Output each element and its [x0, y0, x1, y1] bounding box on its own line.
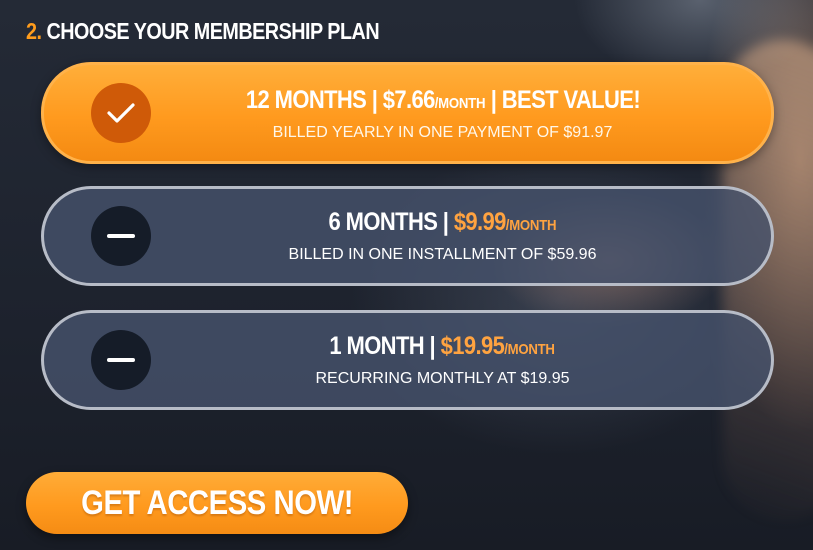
plan-duration: 1 MONTH — [329, 332, 425, 360]
step-number: 2. — [26, 18, 42, 44]
plan-price-unit: /MONTH — [434, 95, 485, 112]
plan-option-1-month[interactable]: 1 MONTH | $19.95/MONTH RECURRING MONTHLY… — [41, 310, 774, 410]
plan-headline: 12 MONTHS | $7.66/MONTH | BEST VALUE! — [245, 85, 640, 119]
plan-billing-info: BILLED IN ONE INSTALLMENT OF $59.96 — [288, 246, 597, 263]
plan-separator: | — [437, 208, 454, 236]
get-access-button-label: GET ACCESS NOW! — [81, 483, 353, 522]
plan-duration: 12 MONTHS — [245, 86, 366, 114]
plan-price: $7.66 — [382, 86, 435, 114]
plan-price: $9.99 — [453, 208, 507, 236]
plan-option-6-months[interactable]: 6 MONTHS | $9.99/MONTH BILLED IN ONE INS… — [41, 186, 774, 286]
plan-separator: | — [424, 332, 442, 360]
section-title-text: CHOOSE YOUR MEMBERSHIP PLAN — [46, 18, 380, 44]
plan-price-unit: /MONTH — [504, 341, 556, 358]
section-title: 2. CHOOSE YOUR MEMBERSHIP PLAN — [26, 18, 380, 45]
get-access-button[interactable]: GET ACCESS NOW! — [26, 472, 408, 534]
plan-billing-info: RECURRING MONTHLY AT $19.95 — [315, 370, 570, 387]
plan-separator: | — [365, 86, 383, 114]
plan-duration: 6 MONTHS — [328, 208, 438, 236]
plan-price: $19.95 — [441, 332, 505, 360]
plan-option-12-months[interactable]: 12 MONTHS | $7.66/MONTH | BEST VALUE! BI… — [41, 62, 774, 164]
plan-separator: | — [484, 86, 502, 114]
plan-headline: 6 MONTHS | $9.99/MONTH — [329, 207, 557, 241]
plan-tag: BEST VALUE! — [501, 86, 640, 114]
plan-billing-info: BILLED YEARLY IN ONE PAYMENT OF $91.97 — [272, 124, 613, 141]
plan-price-unit: /MONTH — [505, 217, 557, 234]
plan-headline: 1 MONTH | $19.95/MONTH — [329, 331, 556, 365]
